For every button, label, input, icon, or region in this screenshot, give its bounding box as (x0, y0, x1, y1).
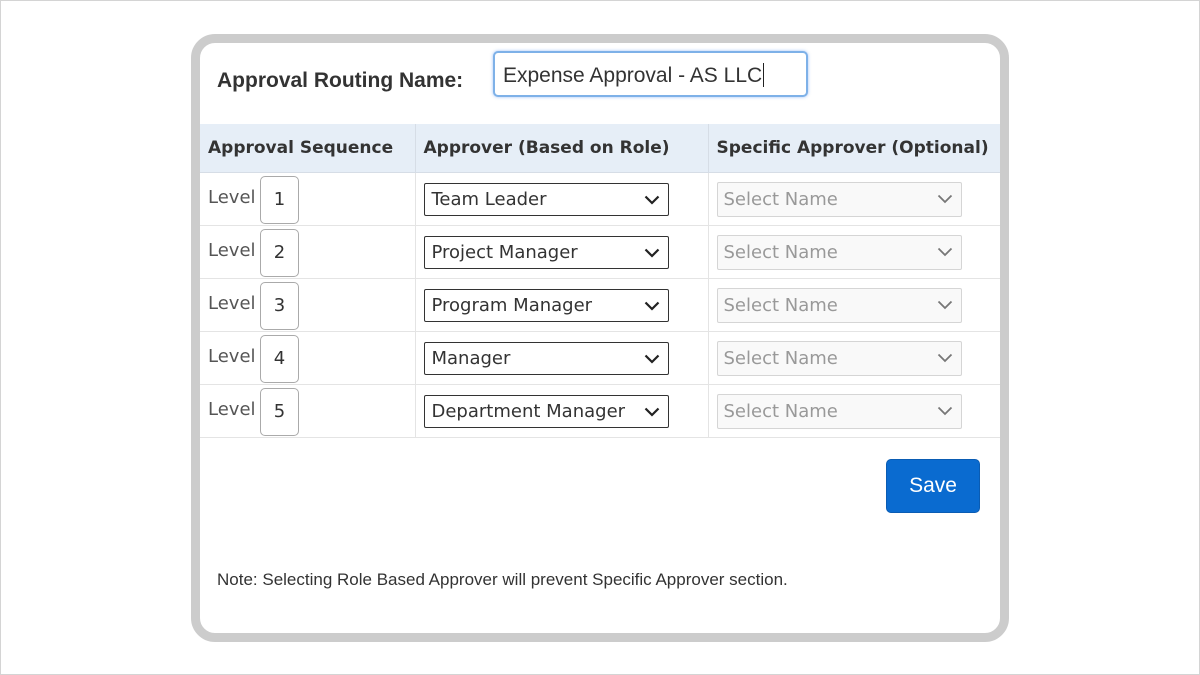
role-select-value: Team Leader (431, 189, 547, 210)
role-select-value: Program Manager (431, 295, 593, 316)
specific-approver-select[interactable]: Select Name (716, 341, 962, 376)
sequence-cell: Level 1 (200, 172, 416, 226)
table-row: Level 3 Program Manager Select Name (200, 278, 1000, 332)
level-input[interactable]: 2 (260, 229, 299, 277)
text-caret (763, 63, 765, 87)
routing-name-value: Expense Approval - AS LLC (503, 63, 765, 87)
routing-name-input[interactable]: Expense Approval - AS LLC (493, 51, 808, 97)
level-label: Level (208, 346, 256, 367)
chevron-down-icon (644, 248, 659, 258)
chevron-down-icon (644, 301, 659, 311)
specific-select-placeholder: Select Name (723, 189, 838, 210)
specific-cell: Select Name (708, 278, 1000, 332)
role-select[interactable]: Department Manager (423, 395, 669, 428)
role-cell: Manager (415, 331, 709, 385)
specific-select-placeholder: Select Name (723, 401, 838, 422)
header-approval-sequence: Approval Sequence (200, 124, 416, 173)
specific-approver-select[interactable]: Select Name (716, 288, 962, 323)
chevron-down-icon (644, 354, 659, 364)
routing-name-row: Approval Routing Name: Expense Approval … (200, 43, 1000, 123)
table-row: Level 5 Department Manager Select Name (200, 384, 1000, 438)
specific-approver-select[interactable]: Select Name (716, 182, 962, 217)
specific-select-placeholder: Select Name (723, 295, 838, 316)
chevron-down-icon (937, 406, 952, 416)
table-row: Level 2 Project Manager Select Name (200, 225, 1000, 279)
sequence-cell: Level 2 (200, 225, 416, 279)
role-cell: Team Leader (415, 172, 709, 226)
level-label: Level (208, 293, 256, 314)
header-approver-role: Approver (Based on Role) (415, 124, 709, 173)
role-cell: Project Manager (415, 225, 709, 279)
role-select[interactable]: Team Leader (423, 183, 669, 216)
specific-approver-select[interactable]: Select Name (716, 394, 962, 429)
chevron-down-icon (937, 247, 952, 257)
role-select[interactable]: Project Manager (423, 236, 669, 269)
chevron-down-icon (644, 407, 659, 417)
table-header-row: Approval Sequence Approver (Based on Rol… (200, 124, 1000, 173)
table-row: Level 1 Team Leader Select Name (200, 172, 1000, 226)
specific-approver-select[interactable]: Select Name (716, 235, 962, 270)
chevron-down-icon (644, 195, 659, 205)
specific-select-placeholder: Select Name (723, 348, 838, 369)
approval-routing-panel: Approval Routing Name: Expense Approval … (191, 34, 1009, 642)
sequence-cell: Level 5 (200, 384, 416, 438)
sequence-cell: Level 4 (200, 331, 416, 385)
specific-cell: Select Name (708, 172, 1000, 226)
role-select-value: Project Manager (431, 242, 578, 263)
header-specific-approver: Specific Approver (Optional) (708, 124, 1000, 173)
specific-cell: Select Name (708, 225, 1000, 279)
save-button[interactable]: Save (886, 459, 980, 513)
specific-cell: Select Name (708, 331, 1000, 385)
specific-cell: Select Name (708, 384, 1000, 438)
role-approver-note: Note: Selecting Role Based Approver will… (217, 570, 788, 589)
level-input[interactable]: 4 (260, 335, 299, 383)
level-label: Level (208, 187, 256, 208)
level-label: Level (208, 240, 256, 261)
routing-name-label: Approval Routing Name: (217, 69, 464, 92)
level-label: Level (208, 399, 256, 420)
role-cell: Department Manager (415, 384, 709, 438)
chevron-down-icon (937, 194, 952, 204)
level-input[interactable]: 1 (260, 176, 299, 224)
specific-select-placeholder: Select Name (723, 242, 838, 263)
role-cell: Program Manager (415, 278, 709, 332)
approval-routing-table: Approval Sequence Approver (Based on Rol… (200, 124, 1000, 438)
chevron-down-icon (937, 300, 952, 310)
role-select-value: Manager (431, 348, 511, 369)
role-select[interactable]: Program Manager (423, 289, 669, 322)
level-input[interactable]: 3 (260, 282, 299, 330)
level-input[interactable]: 5 (260, 388, 299, 436)
sequence-cell: Level 3 (200, 278, 416, 332)
chevron-down-icon (937, 353, 952, 363)
role-select-value: Department Manager (431, 401, 626, 422)
role-select[interactable]: Manager (423, 342, 669, 375)
table-row: Level 4 Manager Select Name (200, 331, 1000, 385)
